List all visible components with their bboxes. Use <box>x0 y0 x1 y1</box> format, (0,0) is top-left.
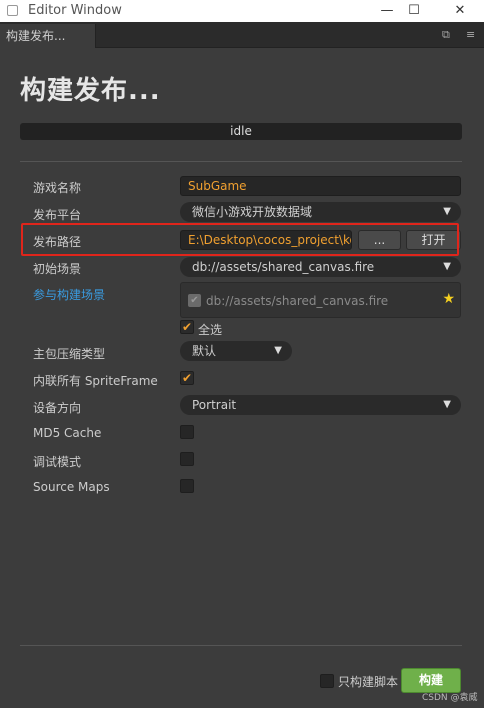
minimize-button[interactable]: — <box>374 1 400 21</box>
platform-label: 发布平台 <box>33 208 82 222</box>
page-title: 构建发布... <box>20 76 161 106</box>
md5-cache-label: MD5 Cache <box>33 426 102 440</box>
chevron-down-icon: ▼ <box>443 206 451 217</box>
watermark: CSDN @袁威 <box>422 693 478 703</box>
select-all-checkbox[interactable]: ✔ <box>180 320 194 334</box>
chevron-down-icon: ▼ <box>274 345 282 356</box>
build-script-only-label: 只构建脚本 <box>338 675 399 689</box>
window-title: Editor Window <box>28 3 122 18</box>
source-maps-checkbox[interactable] <box>180 479 194 493</box>
start-scene-select[interactable]: db://assets/shared_canvas.fire ▼ <box>180 257 461 277</box>
menu-icon[interactable]: ≡ <box>466 28 475 41</box>
status-bar: idle <box>20 123 462 140</box>
game-name-label: 游戏名称 <box>33 181 82 195</box>
included-scenes-label[interactable]: 参与构建场景 <box>33 286 105 303</box>
top-divider <box>20 161 462 162</box>
compression-value: 默认 <box>192 344 217 358</box>
chevron-down-icon: ▼ <box>443 399 451 410</box>
window-titlebar: Editor Window — ☐ ✕ <box>0 0 484 22</box>
tab-bar: 构建发布... ⧉ ≡ <box>0 22 484 48</box>
md5-cache-checkbox[interactable] <box>180 425 194 439</box>
maximize-button[interactable]: ☐ <box>401 1 427 21</box>
platform-select[interactable]: 微信小游戏开放数据域 ▼ <box>180 202 461 222</box>
close-button[interactable]: ✕ <box>447 1 473 21</box>
popout-icon[interactable]: ⧉ <box>442 28 450 42</box>
game-name-input[interactable]: SubGame <box>180 176 461 196</box>
compression-label: 主包压缩类型 <box>33 347 106 361</box>
build-script-only-checkbox[interactable] <box>320 674 334 688</box>
tab-build[interactable]: 构建发布... <box>0 24 96 48</box>
platform-value: 微信小游戏开放数据域 <box>192 205 313 219</box>
star-icon: ★ <box>442 291 455 307</box>
select-all-label: 全选 <box>198 323 223 337</box>
inline-spriteframe-label: 内联所有 SpriteFrame <box>33 374 158 388</box>
orientation-select[interactable]: Portrait ▼ <box>180 395 461 415</box>
debug-mode-checkbox[interactable] <box>180 452 194 466</box>
app-icon <box>7 5 18 16</box>
compression-select[interactable]: 默认 ▼ <box>180 341 292 361</box>
start-scene-value: db://assets/shared_canvas.fire <box>192 260 375 274</box>
scene-checkbox[interactable]: ✔ <box>188 294 201 307</box>
debug-mode-label: 调试模式 <box>33 455 82 469</box>
inline-spriteframe-checkbox[interactable]: ✔ <box>180 371 194 385</box>
scene-list: ✔ db://assets/shared_canvas.fire ★ <box>180 282 461 318</box>
scene-item: db://assets/shared_canvas.fire <box>206 294 389 308</box>
bottom-divider <box>20 645 462 646</box>
orientation-label: 设备方向 <box>33 401 82 415</box>
start-scene-label: 初始场景 <box>33 262 82 276</box>
orientation-value: Portrait <box>192 398 237 412</box>
source-maps-label: Source Maps <box>33 480 110 494</box>
highlight-box <box>21 223 459 256</box>
chevron-down-icon: ▼ <box>443 261 451 272</box>
